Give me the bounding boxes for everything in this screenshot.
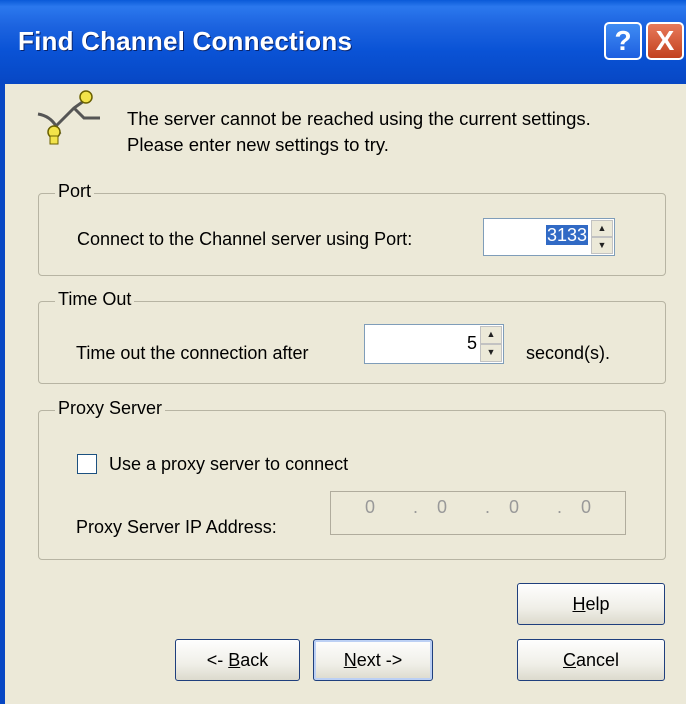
title-help-button[interactable]: ? xyxy=(604,22,642,60)
port-spinner[interactable]: 3133 ▲ ▼ xyxy=(483,218,615,256)
network-connection-icon xyxy=(37,90,100,145)
ip-dot-2: . xyxy=(485,497,491,517)
use-proxy-checkbox[interactable] xyxy=(77,454,97,474)
next-label: ext -> xyxy=(356,650,403,670)
timeout-spin-buttons: ▲ ▼ xyxy=(480,326,502,362)
timeout-spinner[interactable]: 5 ▲ ▼ xyxy=(364,324,504,364)
back-label: ack xyxy=(240,650,269,670)
timeout-down-arrow-icon[interactable]: ▼ xyxy=(480,344,502,362)
ip-octet-4: 0 xyxy=(581,497,592,517)
ip-dot-3: . xyxy=(557,497,563,517)
proxy-ip-label: Proxy Server IP Address: xyxy=(76,517,277,537)
timeout-group: Time Out Time out the connection after 5… xyxy=(38,289,666,384)
port-group: Port Connect to the Channel server using… xyxy=(38,181,666,276)
port-value: 3133 xyxy=(545,225,588,245)
cancel-mnemonic: C xyxy=(562,650,576,670)
window-title: Find Channel Connections xyxy=(18,26,353,56)
title-bar[interactable]: Find Channel Connections ? X xyxy=(0,0,686,84)
port-down-arrow-icon[interactable]: ▼ xyxy=(591,237,613,254)
ip-octet-3: 0 xyxy=(509,497,520,517)
timeout-unit: second(s). xyxy=(526,343,611,363)
window-border xyxy=(0,84,5,704)
use-proxy-label[interactable]: Use a proxy server to connect xyxy=(109,454,348,475)
port-up-arrow-icon[interactable]: ▲ xyxy=(591,220,613,237)
ip-octet-2: 0 xyxy=(437,497,448,517)
next-button[interactable]: Next -> xyxy=(313,639,433,681)
proxy-server-group: Proxy Server Use a proxy server to conne… xyxy=(38,398,666,560)
back-prefix: <- xyxy=(206,650,229,670)
next-mnemonic: N xyxy=(343,650,357,670)
port-spin-buttons: ▲ ▼ xyxy=(591,220,613,254)
find-channel-connections-dialog: Find Channel Connections ? X The server … xyxy=(0,0,686,704)
proxy-ip-field[interactable]: 0 . 0 . 0 . 0 xyxy=(330,491,626,535)
ip-dot-1: . xyxy=(413,497,419,517)
help-mnemonic: H xyxy=(572,594,586,614)
close-button[interactable]: X xyxy=(646,22,684,60)
help-button[interactable]: Help xyxy=(517,583,665,625)
proxy-group-label: Proxy Server xyxy=(55,398,166,419)
back-button[interactable]: <- Back xyxy=(175,639,300,681)
cancel-label: ancel xyxy=(575,650,620,670)
port-label: Connect to the Channel server using Port… xyxy=(77,229,413,249)
status-message: The server cannot be reached using the c… xyxy=(127,106,591,158)
back-mnemonic: B xyxy=(228,650,241,670)
timeout-input[interactable]: 5 xyxy=(467,333,477,354)
ip-octet-1: 0 xyxy=(365,497,376,517)
port-input[interactable]: 3133 xyxy=(545,225,588,246)
timeout-label: Time out the connection after xyxy=(76,343,309,363)
timeout-group-label: Time Out xyxy=(55,289,135,310)
port-group-label: Port xyxy=(55,181,95,202)
timeout-up-arrow-icon[interactable]: ▲ xyxy=(480,326,502,344)
message-line-1: The server cannot be reached using the c… xyxy=(127,108,591,129)
help-label: elp xyxy=(585,594,610,614)
cancel-button[interactable]: Cancel xyxy=(517,639,665,681)
message-line-2: Please enter new settings to try. xyxy=(127,134,389,155)
